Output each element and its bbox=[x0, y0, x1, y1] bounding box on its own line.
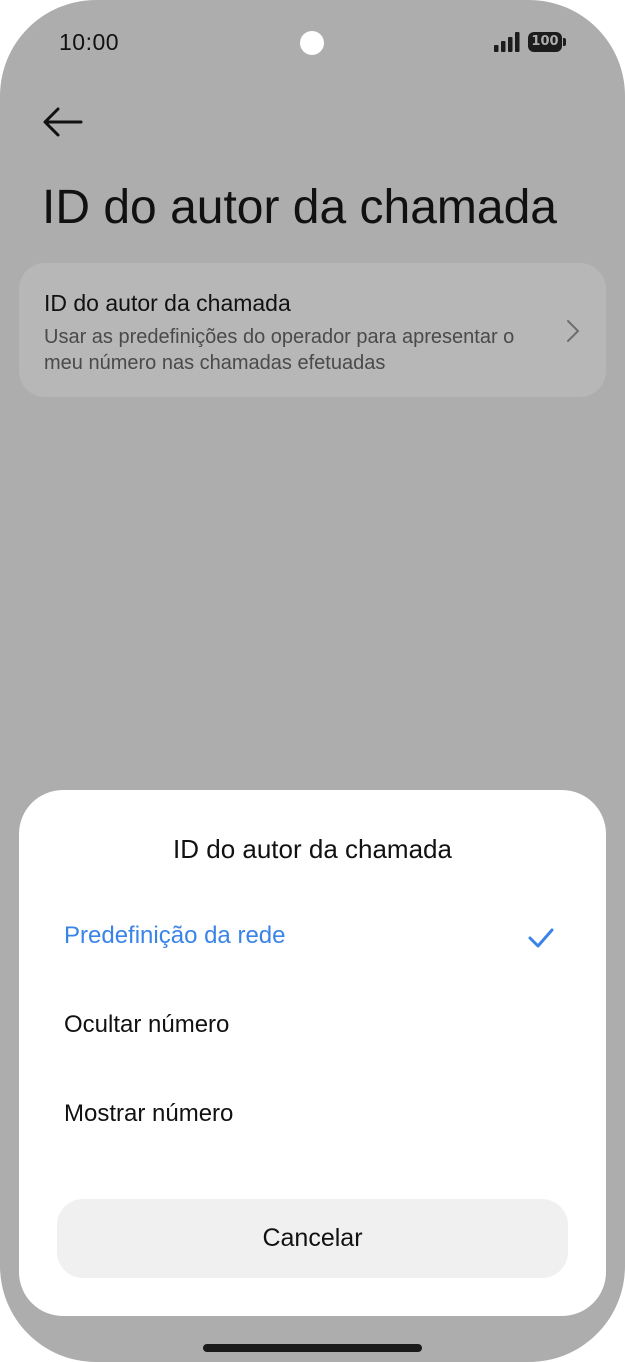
option-network-default[interactable]: Predefinição da rede bbox=[19, 898, 606, 978]
option-label: Predefinição da rede bbox=[64, 922, 286, 949]
signal-icon bbox=[494, 32, 520, 52]
page-title: ID do autor da chamada bbox=[42, 181, 557, 234]
battery-tip bbox=[563, 38, 566, 46]
chevron-right-icon bbox=[567, 320, 579, 342]
sheet-title: ID do autor da chamada bbox=[173, 834, 452, 864]
arrow-left-icon bbox=[43, 107, 83, 137]
setting-title: ID do autor da chamada bbox=[44, 290, 291, 316]
option-hide-number[interactable]: Ocultar número bbox=[19, 987, 606, 1067]
back-button[interactable] bbox=[38, 100, 88, 144]
check-icon bbox=[528, 928, 554, 948]
option-show-number[interactable]: Mostrar número bbox=[19, 1076, 606, 1156]
battery-level: 100 bbox=[528, 32, 562, 52]
battery-icon: 100 bbox=[528, 32, 568, 52]
caller-id-setting-item[interactable]: ID do autor da chamada Usar as predefini… bbox=[19, 263, 606, 397]
home-indicator[interactable] bbox=[203, 1344, 422, 1352]
status-bar: 10:00 100 bbox=[0, 0, 625, 88]
option-label: Ocultar número bbox=[64, 1011, 230, 1038]
caller-id-bottom-sheet: ID do autor da chamada Predefinição da r… bbox=[19, 790, 606, 1316]
option-label: Mostrar número bbox=[64, 1100, 234, 1127]
camera-cutout bbox=[300, 31, 324, 55]
status-time: 10:00 bbox=[59, 29, 120, 55]
setting-description: Usar as predefinições do operador para a… bbox=[44, 326, 515, 374]
cancel-button[interactable]: Cancelar bbox=[57, 1199, 568, 1278]
phone-screen: 10:00 100 ID do autor da chamada ID do a… bbox=[0, 0, 625, 1362]
